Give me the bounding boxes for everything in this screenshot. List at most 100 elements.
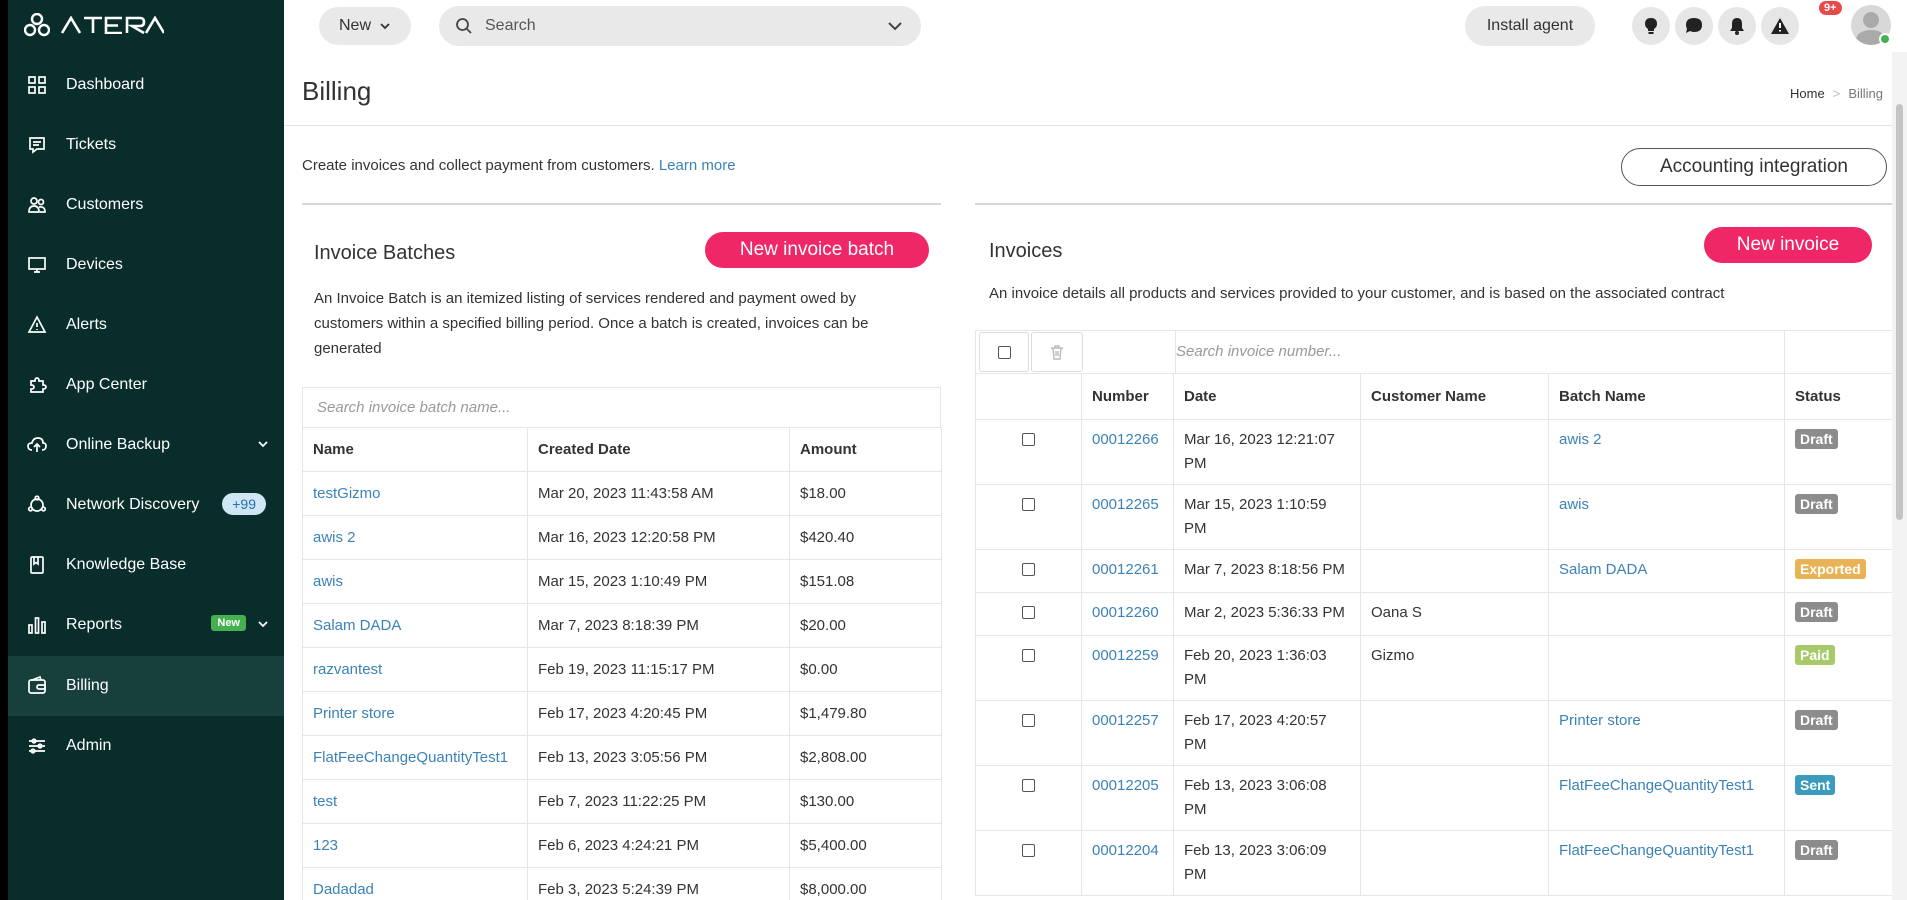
invoice-number-link[interactable]: 00012265: [1081, 484, 1174, 550]
delete-button[interactable]: [1031, 332, 1083, 372]
batch-name-link[interactable]: [1548, 635, 1785, 701]
invoice-number-link[interactable]: 00012266: [1081, 419, 1174, 485]
batch-name-link[interactable]: Salam DADA: [302, 603, 528, 648]
invoice-number-link[interactable]: 00012259: [1081, 635, 1174, 701]
column-header[interactable]: Number: [1081, 373, 1174, 420]
batch-name-link[interactable]: razvantest: [302, 647, 528, 692]
batch-name-link[interactable]: Salam DADA: [1548, 549, 1785, 593]
column-header[interactable]: Name: [302, 427, 528, 472]
row-checkbox[interactable]: [1022, 433, 1035, 446]
created-date-cell: Feb 19, 2023 11:15:17 PM: [527, 647, 790, 692]
chevron-down-icon[interactable]: [887, 18, 903, 34]
breadcrumb-home[interactable]: Home: [1790, 86, 1825, 101]
batch-name-link[interactable]: 123: [302, 823, 528, 868]
sidebar-item-reports[interactable]: Reports New: [8, 595, 284, 655]
table-row[interactable]: 123 Feb 6, 2023 4:24:21 PM $5,400.00: [302, 823, 942, 868]
invoice-number-link[interactable]: 00012205: [1081, 765, 1174, 831]
invoice-number-search-input[interactable]: Search invoice number...: [1176, 343, 1341, 360]
column-header[interactable]: Created Date: [527, 427, 790, 472]
sidebar-item-alerts[interactable]: Alerts: [8, 295, 284, 355]
column-header[interactable]: Status: [1784, 373, 1907, 420]
batch-name-link[interactable]: awis 2: [302, 515, 528, 560]
sidebar-item-admin[interactable]: Admin: [8, 716, 284, 776]
sidebar-item-customers[interactable]: Customers: [8, 175, 284, 235]
chevron-down-icon[interactable]: [256, 437, 270, 451]
table-row[interactable]: 00012205 Feb 13, 2023 3:06:08 PM FlatFeeCh…: [975, 765, 1907, 831]
column-header[interactable]: Amount: [789, 427, 942, 472]
table-row[interactable]: Printer store Feb 17, 2023 4:20:45 PM $1,4…: [302, 691, 942, 736]
sidebar-item-label: App Center: [66, 376, 147, 393]
table-row[interactable]: Dadadad Feb 3, 2023 5:24:39 PM $8,000.00: [302, 867, 942, 900]
batch-name-link[interactable]: test: [302, 779, 528, 824]
batch-name-link[interactable]: FlatFeeChangeQuantityTest1: [1548, 830, 1785, 896]
sidebar-item-knowledge-base[interactable]: Knowledge Base: [8, 535, 284, 595]
column-header[interactable]: Batch Name: [1548, 373, 1785, 420]
select-all-checkbox[interactable]: [979, 332, 1029, 372]
invoice-number-link[interactable]: 00012204: [1081, 830, 1174, 896]
table-row[interactable]: test Feb 7, 2023 11:22:25 PM $130.00: [302, 779, 942, 824]
invoice-number-link[interactable]: 00012261: [1081, 549, 1174, 593]
notifications-bell-icon[interactable]: [1718, 7, 1756, 45]
chevron-down-icon[interactable]: [256, 617, 270, 631]
sidebar-item-app-center[interactable]: App Center: [8, 355, 284, 415]
atera-logo[interactable]: [24, 12, 164, 38]
alerts-icon: [26, 314, 48, 336]
page-scrollbar[interactable]: [1892, 52, 1907, 900]
ideas-lightbulb-icon[interactable]: [1632, 7, 1670, 45]
column-header[interactable]: Customer Name: [1360, 373, 1549, 420]
batch-name-link[interactable]: Printer store: [302, 691, 528, 736]
batch-name-link[interactable]: awis: [1548, 484, 1785, 550]
sidebar-item-tickets[interactable]: Tickets: [8, 115, 284, 175]
table-row[interactable]: 00012266 Mar 16, 2023 12:21:07 PM awis 2 Dr…: [975, 419, 1907, 485]
status-cell: Exported: [1784, 549, 1907, 593]
table-row[interactable]: razvantest Feb 19, 2023 11:15:17 PM $0.00: [302, 647, 942, 692]
invoice-number-link[interactable]: 00012257: [1081, 700, 1174, 766]
new-dropdown-button[interactable]: New: [319, 7, 411, 45]
sidebar-item-network-discovery[interactable]: Network Discovery +99: [8, 475, 284, 535]
table-row[interactable]: Salam DADA Mar 7, 2023 8:18:39 PM $20.00: [302, 603, 942, 648]
row-checkbox[interactable]: [1022, 498, 1035, 511]
table-row[interactable]: 00012259 Feb 20, 2023 1:36:03 PM Gizmo Paid: [975, 635, 1907, 701]
table-row[interactable]: 00012257 Feb 17, 2023 4:20:57 PM Printer s…: [975, 700, 1907, 766]
batch-name-link[interactable]: awis 2: [1548, 419, 1785, 485]
table-row[interactable]: 00012261 Mar 7, 2023 8:18:56 PM Salam DADA…: [975, 549, 1907, 593]
new-invoice-batch-button[interactable]: New invoice batch: [705, 232, 929, 268]
batch-name-link[interactable]: awis: [302, 559, 528, 604]
batch-name-link[interactable]: testGizmo: [302, 471, 528, 516]
row-checkbox[interactable]: [1022, 714, 1035, 727]
sidebar-item-online-backup[interactable]: Online Backup: [8, 415, 284, 475]
invoice-number-link[interactable]: 00012260: [1081, 592, 1174, 636]
batch-name-link[interactable]: FlatFeeChangeQuantityTest1: [1548, 765, 1785, 831]
table-row[interactable]: FlatFeeChangeQuantityTest1 Feb 13, 2023 3…: [302, 735, 942, 780]
batch-name-link[interactable]: Dadadad: [302, 867, 528, 900]
row-checkbox[interactable]: [1022, 649, 1035, 662]
batch-name-link[interactable]: Printer store: [1548, 700, 1785, 766]
table-row[interactable]: awis 2 Mar 16, 2023 12:20:58 PM $420.40: [302, 515, 942, 560]
table-row[interactable]: awis Mar 15, 2023 1:10:49 PM $151.08: [302, 559, 942, 604]
intro-description: Create invoices and collect payment from…: [302, 157, 655, 174]
new-invoice-button[interactable]: New invoice: [1704, 227, 1872, 263]
row-checkbox[interactable]: [1022, 779, 1035, 792]
table-row[interactable]: testGizmo Mar 20, 2023 11:43:58 AM $18.00: [302, 471, 942, 516]
row-checkbox[interactable]: [1022, 606, 1035, 619]
global-search-input[interactable]: Search: [439, 6, 921, 46]
scrollbar-thumb[interactable]: [1896, 104, 1903, 520]
accounting-integration-button[interactable]: Accounting integration: [1621, 148, 1887, 186]
table-row[interactable]: 00012265 Mar 15, 2023 1:10:59 PM awis Draft: [975, 484, 1907, 550]
sidebar-item-dashboard[interactable]: Dashboard: [8, 55, 284, 115]
batch-name-link[interactable]: [1548, 592, 1785, 636]
alerts-warning-icon[interactable]: [1761, 7, 1799, 45]
column-header[interactable]: Date: [1173, 373, 1361, 420]
install-agent-button[interactable]: Install agent: [1465, 6, 1595, 46]
batch-search-input[interactable]: Search invoice batch name...: [302, 387, 941, 427]
row-checkbox[interactable]: [1022, 563, 1035, 576]
row-checkbox[interactable]: [1022, 844, 1035, 857]
chat-icon[interactable]: [1675, 7, 1713, 45]
learn-more-link[interactable]: Learn more: [659, 157, 736, 174]
table-row[interactable]: 00012204 Feb 13, 2023 3:06:09 PM FlatFeeCh…: [975, 830, 1907, 896]
table-row[interactable]: 00012260 Mar 2, 2023 5:36:33 PM Oana S Draf…: [975, 592, 1907, 636]
batch-name-link[interactable]: FlatFeeChangeQuantityTest1: [302, 735, 528, 780]
sidebar-item-devices[interactable]: Devices: [8, 235, 284, 295]
cloud-backup-icon: [26, 434, 48, 456]
sidebar-item-billing[interactable]: Billing: [8, 656, 284, 716]
